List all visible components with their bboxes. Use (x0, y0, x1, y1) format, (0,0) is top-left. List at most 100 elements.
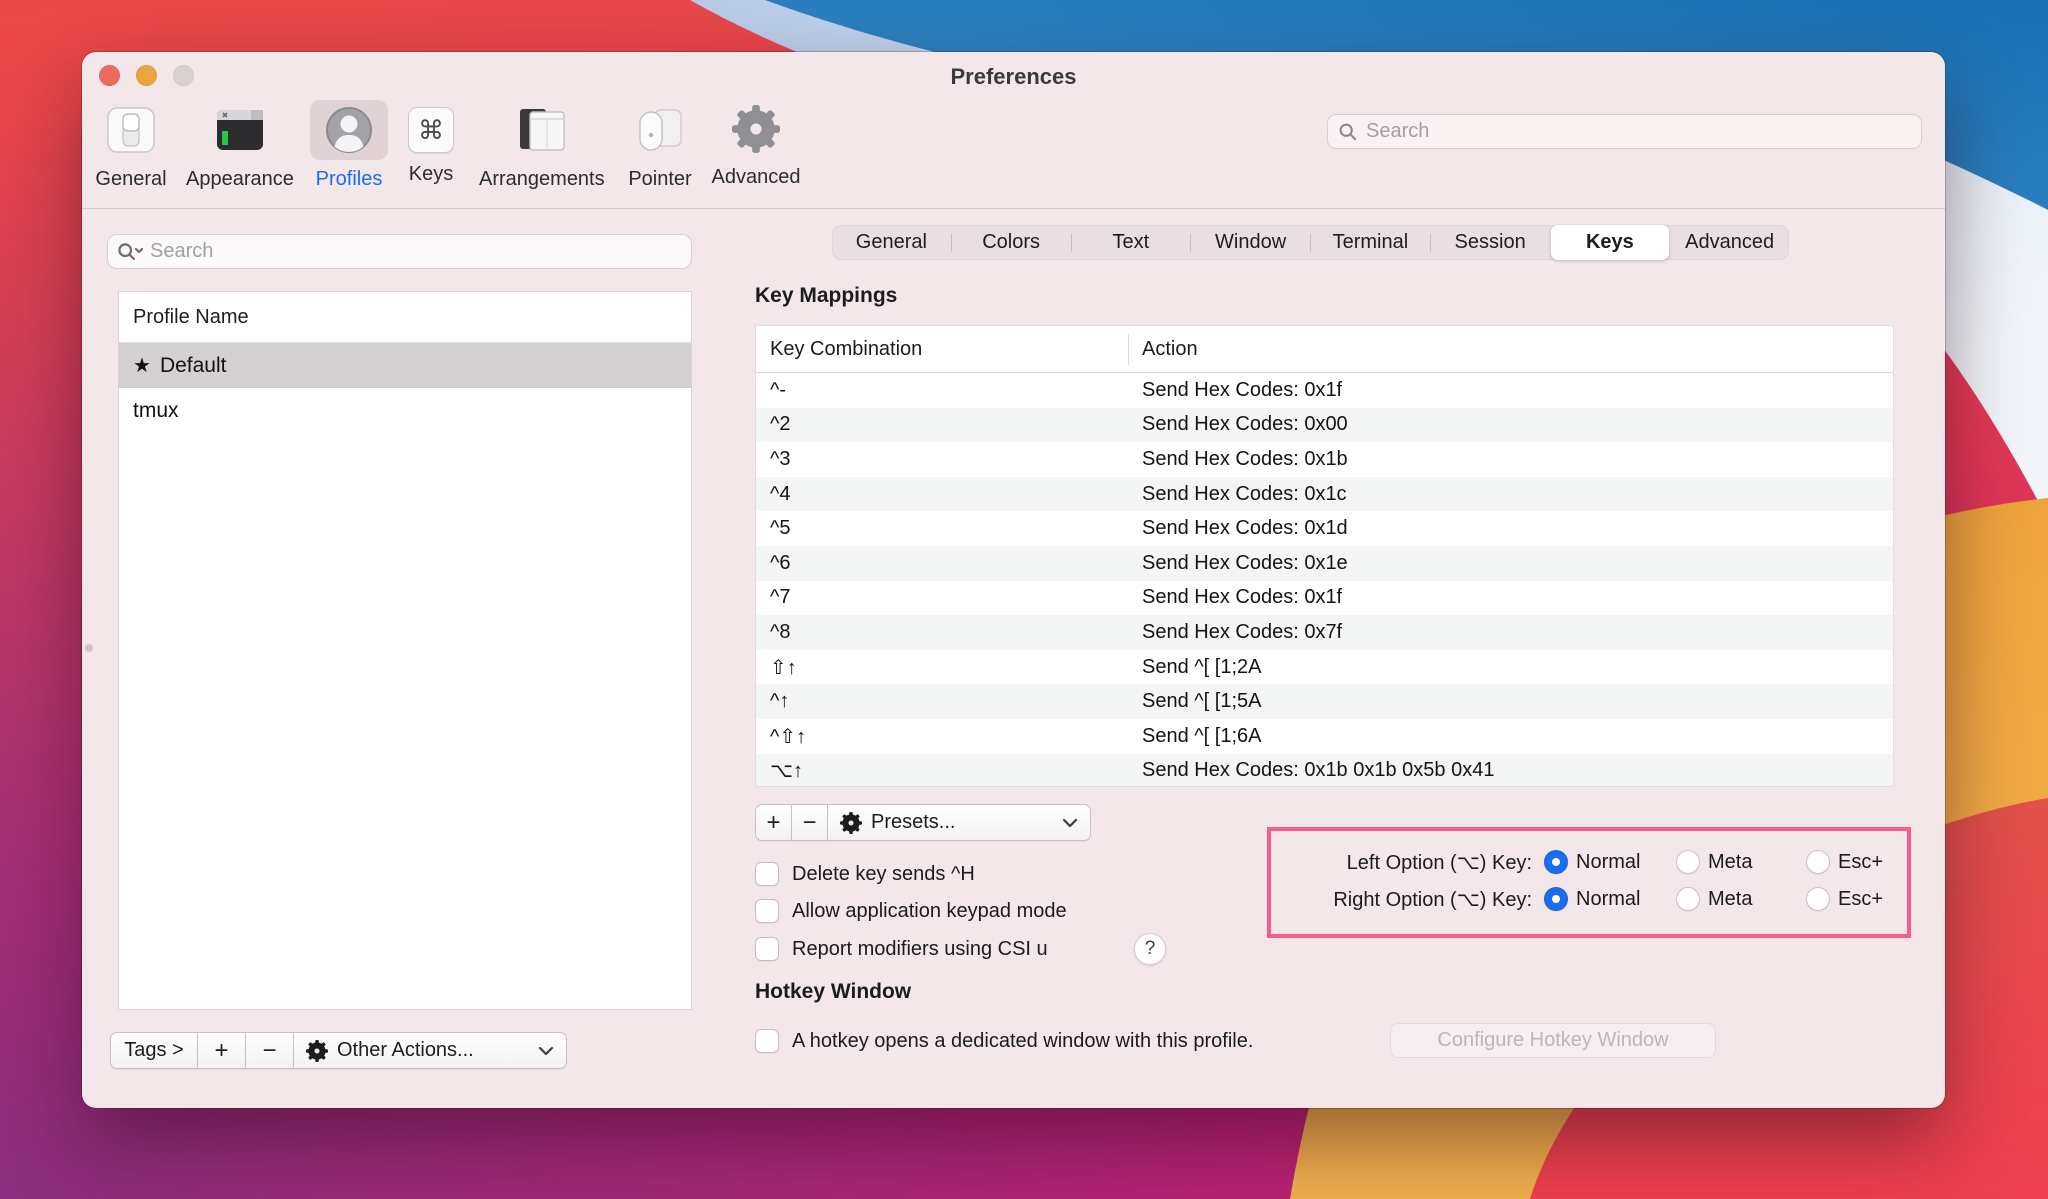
key-mapping-row[interactable]: ^4 Send Hex Codes: 0x1c (756, 477, 1893, 512)
toolbar-item-profiles[interactable]: Profiles (310, 100, 388, 191)
checkbox[interactable] (755, 1029, 779, 1053)
configure-hotkey-button[interactable]: Configure Hotkey Window (1390, 1023, 1716, 1058)
titlebar: Preferences (82, 52, 1945, 96)
search-icon (1338, 122, 1358, 142)
toolbar-item-label: Pointer (621, 168, 699, 191)
radio-label: Esc+ (1838, 851, 1883, 874)
remove-profile-button[interactable]: − (245, 1032, 293, 1069)
tab-advanced[interactable]: Advanced (1670, 225, 1789, 260)
radio-normal[interactable] (1544, 850, 1568, 874)
toolbar-item-general[interactable]: General (92, 100, 170, 191)
radio-esc[interactable] (1806, 887, 1830, 911)
command-glyph: ⌘ (408, 107, 454, 153)
profile-name: tmux (133, 399, 179, 423)
action-cell: Send ^[ [1;2A (1128, 656, 1261, 679)
option-key-highlight-box: Left Option (⌥) Key:NormalMetaEsc+Right … (1267, 827, 1911, 938)
tags-button[interactable]: Tags > (110, 1032, 197, 1069)
toolbar-item-label: Advanced (712, 166, 801, 189)
profile-name: Default (160, 354, 227, 378)
toolbar-item-advanced[interactable]: Advanced (712, 100, 801, 189)
key-combination-cell: ^8 (756, 621, 1128, 644)
toolbar-item-label: Appearance (186, 168, 294, 191)
action-cell: Send Hex Codes: 0x1f (1128, 586, 1342, 609)
gear-icon (732, 105, 780, 153)
toolbar-item-appearance[interactable]: Appearance (186, 100, 294, 191)
tab-text[interactable]: Text (1072, 225, 1191, 260)
action-cell: Send Hex Codes: 0x1d (1128, 517, 1348, 540)
action-cell: Send Hex Codes: 0x7f (1128, 621, 1342, 644)
radio-normal[interactable] (1544, 887, 1568, 911)
checkbox[interactable] (755, 899, 779, 923)
radio-meta[interactable] (1676, 887, 1700, 911)
key-mapping-row[interactable]: ⌥↑ Send Hex Codes: 0x1b 0x1b 0x5b 0x41 (756, 754, 1893, 787)
action-cell: Send ^[ [1;5A (1128, 690, 1261, 713)
remove-mapping-button[interactable]: − (791, 804, 827, 841)
hotkey-window-heading: Hotkey Window (755, 980, 911, 1004)
column-action: Action (1128, 338, 1198, 361)
help-button[interactable]: ? (1134, 933, 1166, 965)
toolbar-item-pointer[interactable]: Pointer (621, 100, 699, 191)
mouse-icon (635, 105, 685, 155)
tab-terminal[interactable]: Terminal (1311, 225, 1430, 260)
toolbar-item-arrangements[interactable]: Arrangements (479, 100, 605, 191)
key-mapping-row[interactable]: ^⇧↑ Send ^[ [1;6A (756, 719, 1893, 754)
tab-general[interactable]: General (832, 225, 951, 260)
key-mapping-row[interactable]: ^7 Send Hex Codes: 0x1f (756, 581, 1893, 616)
chevron-down-icon (1062, 818, 1078, 828)
key-mapping-row[interactable]: ⇧↑ Send ^[ [1;2A (756, 650, 1893, 685)
tab-colors[interactable]: Colors (952, 225, 1071, 260)
key-combination-cell: ^4 (756, 483, 1128, 506)
key-mapping-row[interactable]: ^2 Send Hex Codes: 0x00 (756, 408, 1893, 443)
csi-u-checkbox-row: Report modifiers using CSI u (755, 937, 1048, 961)
action-cell: Send Hex Codes: 0x1b 0x1b 0x5b 0x41 (1128, 759, 1494, 782)
add-mapping-button[interactable]: + (755, 804, 791, 841)
profile-list-header: Profile Name (119, 292, 691, 343)
radio-label: Meta (1708, 851, 1752, 874)
toolbar-item-label: Profiles (310, 168, 388, 191)
splitter-handle-dot[interactable] (85, 644, 93, 652)
checkbox[interactable] (755, 937, 779, 961)
tab-keys[interactable]: Keys (1551, 225, 1670, 260)
toggle-icon (106, 105, 156, 155)
profile-row-default[interactable]: ★ Default (119, 343, 691, 388)
profile-search-input[interactable]: Search (107, 234, 692, 269)
tab-session[interactable]: Session (1431, 225, 1550, 260)
key-combination-cell: ^2 (756, 413, 1128, 436)
windows-icon (517, 105, 567, 155)
action-cell: Send Hex Codes: 0x1c (1128, 483, 1347, 506)
key-mapping-row[interactable]: ^8 Send Hex Codes: 0x7f (756, 615, 1893, 650)
key-mapping-controls: + − Presets... (755, 804, 1091, 841)
profile-tabs: GeneralColorsTextWindowTerminalSessionKe… (832, 225, 1789, 260)
key-mapping-row[interactable]: ^3 Send Hex Codes: 0x1b (756, 442, 1893, 477)
radio-esc[interactable] (1806, 850, 1830, 874)
radio-label: Meta (1708, 888, 1752, 911)
key-combination-cell: ^↑ (756, 690, 1128, 713)
presets-dropdown[interactable]: Presets... (827, 804, 1091, 841)
profile-list: Profile Name ★ Default tmux (118, 291, 692, 1010)
key-combination-cell: ^- (756, 379, 1128, 402)
checkbox[interactable] (755, 862, 779, 886)
add-profile-button[interactable]: + (197, 1032, 245, 1069)
key-mapping-row[interactable]: ^5 Send Hex Codes: 0x1d (756, 511, 1893, 546)
key-mappings-table[interactable]: Key Combination Action ^- Send Hex Codes… (755, 325, 1894, 787)
left-option-key-row: Left Option (⌥) Key:NormalMetaEsc+ (1271, 847, 1907, 877)
key-combination-cell: ^⇧↑ (756, 724, 1128, 749)
key-mapping-row[interactable]: ^- Send Hex Codes: 0x1f (756, 373, 1893, 408)
radio-meta[interactable] (1676, 850, 1700, 874)
default-star-icon: ★ (133, 353, 151, 378)
window-title: Preferences (82, 64, 1945, 90)
profile-row-tmux[interactable]: tmux (119, 388, 691, 433)
table-header: Key Combination Action (756, 326, 1893, 373)
chevron-down-icon (538, 1046, 554, 1056)
other-actions-dropdown[interactable]: Other Actions... (293, 1032, 567, 1069)
key-combination-cell: ^3 (756, 448, 1128, 471)
toolbar-search-input[interactable]: Search (1327, 114, 1922, 149)
key-mapping-row[interactable]: ^6 Send Hex Codes: 0x1e (756, 546, 1893, 581)
radio-label: Normal (1576, 888, 1640, 911)
profile-list-footer: Tags > + − Other Actions... (110, 1032, 567, 1069)
key-mapping-row[interactable]: ^↑ Send ^[ [1;5A (756, 684, 1893, 719)
key-combination-cell: ⌥↑ (756, 758, 1128, 783)
tab-window[interactable]: Window (1191, 225, 1310, 260)
toolbar-item-keys[interactable]: ⌘ Keys (394, 100, 468, 186)
key-combination-cell: ^6 (756, 552, 1128, 575)
